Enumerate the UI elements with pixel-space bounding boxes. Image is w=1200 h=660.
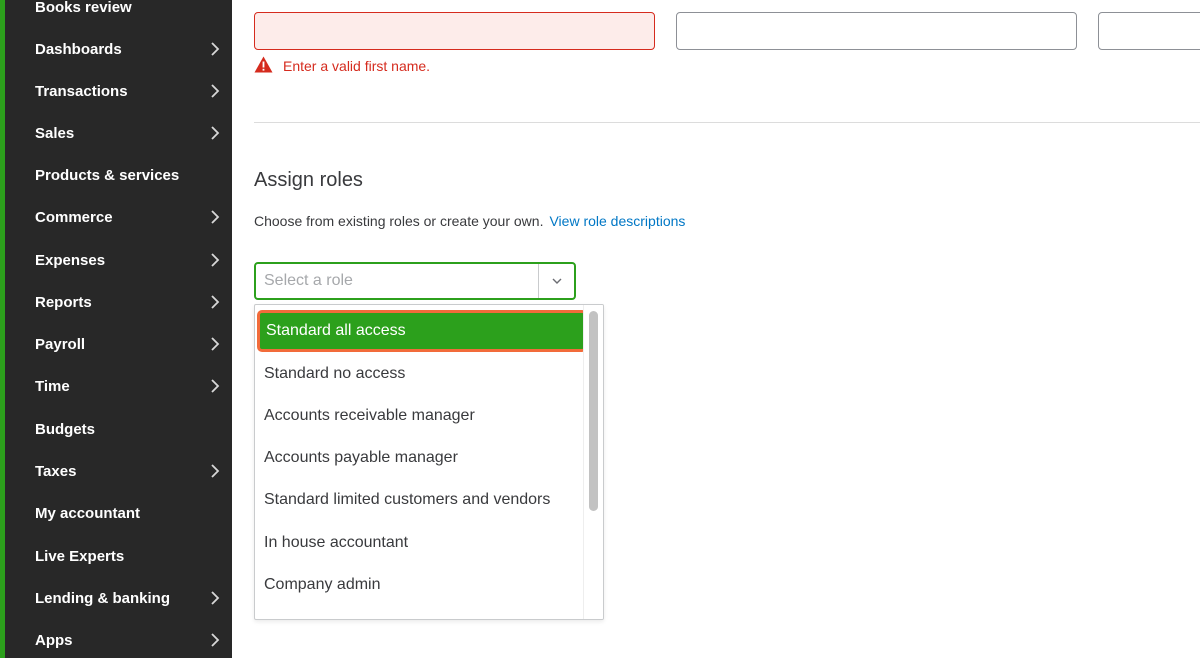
sidebar-item-label: Budgets [35, 420, 95, 438]
sidebar-item-transactions[interactable]: Transactions [5, 70, 232, 112]
chevron-right-icon [208, 295, 222, 309]
chevron-right-icon [208, 464, 222, 478]
scrollbar-thumb[interactable] [589, 311, 598, 511]
middle-name-field[interactable] [676, 12, 1077, 50]
chevron-right-icon [208, 42, 222, 56]
sidebar-item-my-accountant[interactable]: My accountant [5, 492, 232, 534]
last-name-field[interactable] [1098, 12, 1200, 50]
sidebar-item-payroll[interactable]: Payroll [5, 323, 232, 365]
chevron-right-icon [208, 126, 222, 140]
sidebar-item-commerce[interactable]: Commerce [5, 196, 232, 238]
role-select[interactable] [254, 262, 576, 300]
sidebar-item-sales[interactable]: Sales [5, 112, 232, 154]
role-option-company-admin[interactable]: Company admin [255, 564, 585, 606]
sidebar-item-label: Live Experts [35, 547, 125, 565]
sidebar-item-dashboards[interactable]: Dashboards [5, 28, 232, 70]
sidebar-item-books-review[interactable]: Books review [5, 0, 232, 28]
chevron-right-icon [208, 210, 222, 224]
role-option-standard-all-access[interactable]: Standard all access [257, 310, 587, 352]
role-option-standard-no-access[interactable]: Standard no access [255, 353, 585, 395]
error-message: Enter a valid first name. [283, 58, 431, 74]
sidebar-item-taxes[interactable]: Taxes [5, 450, 232, 492]
sidebar-item-label: Taxes [35, 462, 77, 480]
chevron-right-icon [208, 337, 222, 351]
chevron-right-icon [208, 633, 222, 647]
sidebar-item-label: Expenses [35, 251, 106, 269]
chevron-right-icon [208, 591, 222, 605]
sidebar-item-label: Commerce [35, 208, 113, 226]
assign-roles-description: Choose from existing roles or create you… [254, 213, 685, 229]
sidebar-item-label: Books review [35, 0, 132, 16]
sidebar-item-label: Time [35, 377, 70, 395]
role-select-input[interactable] [256, 264, 538, 298]
sidebar-item-label: My accountant [35, 504, 141, 522]
chevron-right-icon [208, 84, 222, 98]
role-select-toggle[interactable] [538, 264, 574, 298]
role-option-accounts-receivable-manager[interactable]: Accounts receivable manager [255, 395, 585, 437]
first-name-error: Enter a valid first name. [254, 56, 430, 76]
role-dropdown-list: Standard all access Standard no access A… [254, 304, 604, 620]
role-option-standard-limited-customers-vendors[interactable]: Standard limited customers and vendors [255, 479, 585, 521]
sidebar-item-time[interactable]: Time [5, 365, 232, 407]
warning-icon [254, 56, 273, 76]
sidebar-item-label: Apps [35, 631, 73, 649]
sidebar-item-products-services[interactable]: Products & services [5, 154, 232, 196]
role-option-accounts-payable-manager[interactable]: Accounts payable manager [255, 437, 585, 479]
section-divider [254, 122, 1200, 123]
chevron-down-icon [551, 272, 563, 290]
sidebar-item-live-experts[interactable]: Live Experts [5, 535, 232, 577]
sidebar-item-budgets[interactable]: Budgets [5, 408, 232, 450]
sidebar-item-label: Reports [35, 293, 92, 311]
sidebar-item-label: Transactions [35, 82, 128, 100]
sidebar: Books review Dashboards Transactions Sal… [0, 0, 232, 658]
sidebar-item-reports[interactable]: Reports [5, 281, 232, 323]
view-role-descriptions-link[interactable]: View role descriptions [549, 213, 685, 229]
sidebar-item-label: Products & services [35, 166, 180, 184]
assign-roles-title: Assign roles [254, 169, 363, 191]
role-option-in-house-accountant[interactable]: In house accountant [255, 522, 585, 564]
sidebar-item-expenses[interactable]: Expenses [5, 239, 232, 281]
chevron-right-icon [208, 379, 222, 393]
sidebar-item-apps[interactable]: Apps [5, 619, 232, 660]
sidebar-item-label: Payroll [35, 335, 86, 353]
sidebar-item-label: Lending & banking [35, 589, 170, 607]
first-name-field[interactable] [254, 12, 655, 50]
sidebar-item-lending-banking[interactable]: Lending & banking [5, 577, 232, 619]
sidebar-item-label: Dashboards [35, 40, 122, 58]
chevron-right-icon [208, 253, 222, 267]
dropdown-scrollbar[interactable] [583, 305, 603, 619]
sidebar-item-label: Sales [35, 124, 75, 142]
description-text: Choose from existing roles or create you… [254, 213, 544, 229]
